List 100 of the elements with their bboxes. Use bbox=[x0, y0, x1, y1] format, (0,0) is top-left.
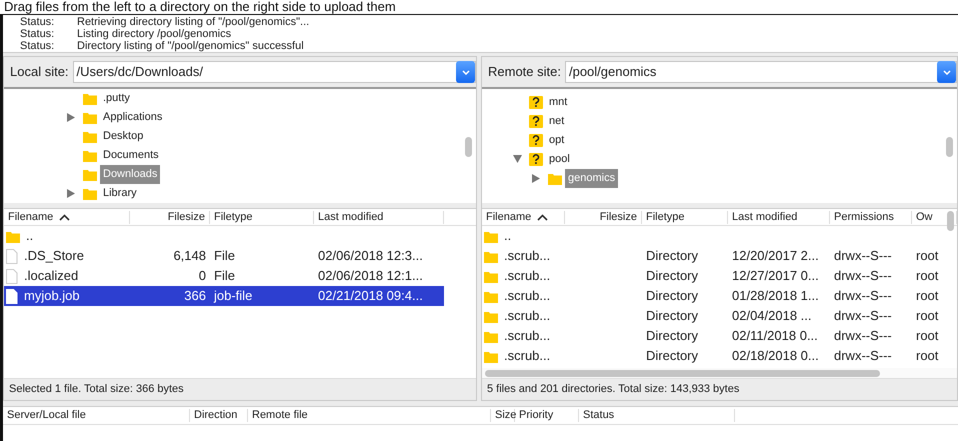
folder-icon bbox=[83, 92, 97, 105]
file-name: .scrub... bbox=[504, 247, 550, 266]
tree-item[interactable]: opt bbox=[546, 131, 568, 150]
column-header[interactable]: Direction bbox=[190, 409, 248, 422]
log-label: Status: bbox=[20, 40, 56, 52]
column-header[interactable]: Filename bbox=[4, 210, 130, 224]
file-name: .scrub... bbox=[504, 287, 550, 306]
path-dropdown[interactable]: /pool/genomics bbox=[564, 61, 957, 83]
folder-icon bbox=[83, 187, 97, 200]
tree-item[interactable]: mnt bbox=[546, 93, 570, 112]
column-header[interactable]: Last modified bbox=[314, 210, 444, 224]
folder-icon bbox=[548, 172, 562, 185]
log-label: Status: bbox=[20, 16, 56, 28]
file-row[interactable]: .DS_Store 6,148 File 02/06/2018 12:3... bbox=[4, 246, 444, 266]
file-name: myjob.job bbox=[24, 287, 80, 306]
scrollbar-thumb[interactable] bbox=[465, 137, 472, 157]
site-label: Remote site: bbox=[488, 63, 561, 82]
chevron-icon bbox=[462, 70, 470, 74]
dropdown-button[interactable] bbox=[937, 61, 956, 83]
column-header[interactable]: Filesize bbox=[565, 210, 642, 224]
expand-arrow[interactable] bbox=[66, 189, 76, 198]
table-cell-text: 12/20/2017 2... bbox=[731, 247, 820, 266]
tree-item[interactable]: .putty bbox=[100, 89, 133, 108]
table-cell-text: Directory bbox=[645, 247, 700, 266]
table-cell-text: drwx--S--- bbox=[833, 287, 893, 306]
table-cell-text: 02/21/2018 09:4... bbox=[317, 287, 424, 306]
tree-item[interactable]: Documents bbox=[100, 146, 162, 165]
folder-icon bbox=[83, 130, 97, 143]
table-cell-text: drwx--S--- bbox=[833, 307, 893, 326]
table-cell-text: 02/18/2018 0... bbox=[731, 347, 820, 366]
column-header[interactable]: Filename bbox=[482, 210, 565, 224]
table-cell-text: Directory bbox=[645, 347, 700, 366]
tree-item[interactable]: Library bbox=[100, 184, 140, 203]
unknown-folder-icon bbox=[529, 153, 543, 166]
folder-icon bbox=[83, 168, 97, 181]
expand-arrow[interactable] bbox=[512, 155, 522, 164]
file-name: .. bbox=[26, 227, 34, 246]
folder-icon bbox=[6, 230, 20, 242]
scrollbar-thumb[interactable] bbox=[946, 137, 953, 157]
file-row[interactable]: .. bbox=[4, 226, 444, 246]
column-header[interactable]: Remote file bbox=[248, 409, 491, 422]
tree-item[interactable]: pool bbox=[546, 150, 573, 169]
status-text: Selected 1 file. Total size: 366 bytes bbox=[4, 378, 476, 400]
dropdown-button[interactable] bbox=[456, 61, 475, 83]
column-header[interactable]: Status bbox=[579, 409, 735, 422]
site-label: Local site: bbox=[10, 63, 69, 82]
column-header[interactable]: Size bbox=[491, 409, 515, 422]
column-header[interactable]: Server/Local file bbox=[3, 409, 190, 422]
log-label: Status: bbox=[20, 28, 56, 40]
table-cell-text: drwx--S--- bbox=[833, 267, 893, 286]
table-cell-text: Directory bbox=[645, 287, 700, 306]
folder-icon bbox=[83, 111, 97, 124]
table-cell-text: root bbox=[915, 327, 940, 346]
tree-item[interactable]: Desktop bbox=[100, 127, 146, 146]
table-cell-text: drwx--S--- bbox=[833, 327, 893, 346]
folder-icon bbox=[484, 250, 498, 262]
file-name: .. bbox=[504, 227, 512, 246]
column-header[interactable]: Priority bbox=[515, 409, 579, 422]
file-row[interactable]: .scrub... Directory 02/04/2018 ... drwx--S--- root bbox=[482, 306, 957, 326]
folder-icon bbox=[83, 149, 97, 162]
folder-icon bbox=[484, 290, 498, 302]
scrollbar-thumb[interactable] bbox=[947, 211, 954, 231]
file-row[interactable]: .. bbox=[482, 226, 957, 246]
file-name: .scrub... bbox=[504, 267, 550, 286]
file-row[interactable]: .localized 0 File 02/06/2018 12:1... bbox=[4, 266, 444, 286]
table-cell-text: 0 bbox=[198, 267, 207, 286]
log-message: Directory listing of "/pool/genomics" successful bbox=[77, 40, 304, 52]
file-row[interactable]: .scrub... Directory 12/20/2017 2... drwx--S--- root bbox=[482, 246, 957, 266]
file-row[interactable]: .scrub... Directory 12/27/2017 0... drwx--S--- root bbox=[482, 266, 957, 286]
table-cell-text: 02/06/2018 12:1... bbox=[317, 267, 424, 286]
expand-arrow[interactable] bbox=[66, 113, 76, 122]
sort-icon bbox=[59, 214, 70, 220]
sort-icon bbox=[537, 214, 548, 220]
tree-item[interactable]: net bbox=[546, 112, 568, 131]
table-cell-text: root bbox=[915, 287, 940, 306]
chevron-icon bbox=[942, 70, 950, 74]
column-header[interactable]: Permissions bbox=[830, 210, 912, 224]
file-row[interactable]: .scrub... Directory 02/18/2018 0... drwx--S--- root bbox=[482, 346, 957, 366]
column-header[interactable]: Filetype bbox=[210, 210, 314, 224]
column-header[interactable]: Last modified bbox=[728, 210, 830, 224]
scrollbar-thumb[interactable] bbox=[485, 370, 880, 376]
table-cell-text: Directory bbox=[645, 327, 700, 346]
unknown-folder-icon bbox=[529, 96, 543, 109]
column-header[interactable]: Filesize bbox=[130, 210, 210, 224]
expand-arrow[interactable] bbox=[532, 174, 540, 183]
path-dropdown[interactable]: /Users/dc/Downloads/ bbox=[72, 61, 476, 83]
table-cell-text: 02/04/2018 ... bbox=[731, 307, 813, 326]
unknown-folder-icon bbox=[529, 115, 543, 128]
folder-icon bbox=[484, 270, 498, 282]
file-row[interactable]: myjob.job 366 job-file 02/21/2018 09:4... bbox=[4, 286, 444, 306]
file-row[interactable]: .scrub... Directory 01/28/2018 1... drwx--S--- root bbox=[482, 286, 957, 306]
file-name: .scrub... bbox=[504, 307, 550, 326]
file-name: .localized bbox=[24, 267, 78, 286]
table-cell-text: File bbox=[213, 267, 236, 286]
folder-icon bbox=[484, 350, 498, 362]
column-header[interactable]: Filetype bbox=[642, 210, 728, 224]
tree-item[interactable]: Applications bbox=[100, 108, 166, 127]
file-row[interactable]: .scrub... Directory 02/11/2018 0... drwx--S--- root bbox=[482, 326, 957, 346]
folder-icon bbox=[484, 230, 498, 242]
table-cell-text: root bbox=[915, 347, 940, 366]
